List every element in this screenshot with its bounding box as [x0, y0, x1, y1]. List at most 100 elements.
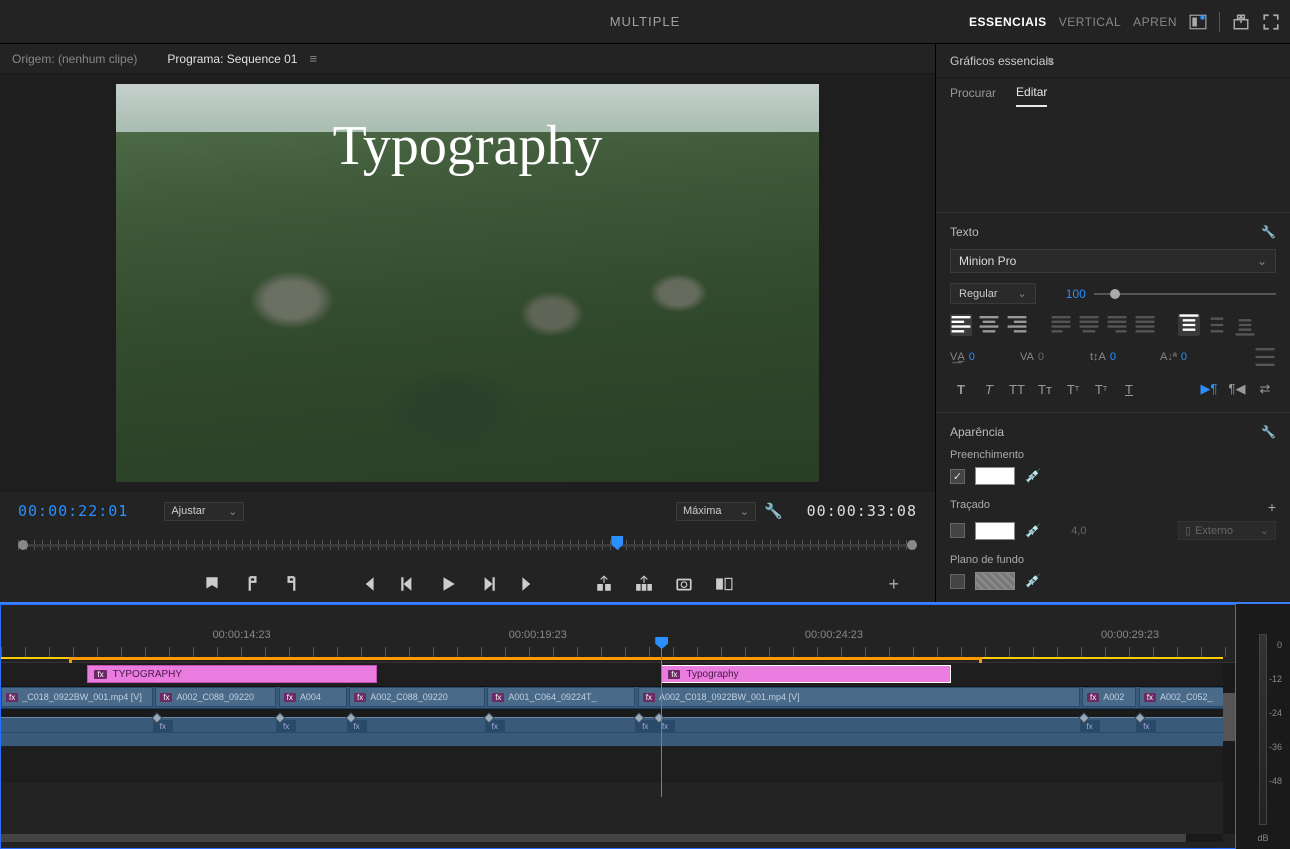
comparison-view-icon[interactable] [715, 575, 733, 593]
zoom-fit-dropdown[interactable]: Ajustar [164, 502, 244, 521]
video-clip[interactable]: fxA002_C088_09220 [155, 687, 276, 707]
justify-last-center-icon[interactable] [1078, 314, 1100, 336]
smallcaps-icon[interactable]: Tᴛ [1034, 378, 1056, 400]
tab-source[interactable]: Origem: (nenhum clipe) [12, 52, 137, 66]
program-scrubber[interactable] [18, 530, 917, 560]
button-editor-icon[interactable]: + [888, 574, 899, 595]
work-area-bar[interactable] [1, 657, 1223, 659]
transport-controls: + [18, 566, 917, 602]
graphic-clip[interactable]: fx TYPOGRAPHY [87, 665, 377, 683]
eg-tab-edit[interactable]: Editar [1016, 85, 1047, 107]
eg-tab-browse[interactable]: Procurar [950, 86, 996, 106]
fullscreen-icon[interactable] [1262, 13, 1280, 31]
graphic-clip[interactable]: fx Typography [661, 665, 951, 683]
step-back-icon[interactable] [399, 575, 417, 593]
italic-icon[interactable]: T [978, 378, 1000, 400]
video-track[interactable]: fx_C018_0922BW_001.mp4 [V]fxA002_C088_09… [1, 687, 1235, 709]
align-center-icon[interactable] [978, 314, 1000, 336]
eyedropper-icon[interactable]: 💉 [1025, 468, 1041, 484]
play-icon[interactable] [439, 575, 457, 593]
eg-panel-menu-icon[interactable]: ≡ [1046, 53, 1054, 68]
go-to-in-icon[interactable] [359, 575, 377, 593]
stroke-position-dropdown[interactable]: ▯ Externo⌄ [1178, 521, 1276, 540]
timecode-duration[interactable]: 00:00:33:08 [807, 502, 917, 520]
wrench-icon[interactable]: 🔧 [1261, 425, 1276, 439]
align-right-icon[interactable] [1006, 314, 1028, 336]
share-icon[interactable] [1232, 13, 1250, 31]
mark-out-icon[interactable] [283, 575, 301, 593]
fill-checkbox[interactable] [950, 469, 965, 484]
clip-label: _C018_0922BW_001.mp4 [V] [22, 692, 142, 702]
fill-color-swatch[interactable] [975, 467, 1015, 485]
export-frame-icon[interactable] [675, 575, 693, 593]
panel-menu-icon[interactable]: ≡ [309, 51, 317, 66]
background-color-swatch[interactable] [975, 572, 1015, 590]
valign-bottom-icon[interactable] [1234, 314, 1256, 336]
step-forward-icon[interactable] [479, 575, 497, 593]
add-stroke-icon[interactable]: + [1268, 499, 1276, 515]
extract-icon[interactable] [635, 575, 653, 593]
leading-field[interactable]: t↕A0 [1090, 351, 1154, 363]
align-left-icon[interactable] [950, 314, 972, 336]
vertical-scrollbar[interactable] [1223, 663, 1235, 834]
justify-last-right-icon[interactable] [1106, 314, 1128, 336]
timeline-playhead[interactable] [661, 647, 662, 797]
horizontal-scrollbar[interactable] [1, 834, 1223, 842]
justify-last-left-icon[interactable] [1050, 314, 1072, 336]
digits-icon[interactable]: ⇄ [1254, 378, 1276, 400]
video-clip[interactable]: fxA004 [279, 687, 347, 707]
workspace-tab-apren[interactable]: APREN [1133, 15, 1177, 29]
video-clip[interactable]: fxA002_C052_ [1139, 687, 1229, 707]
timecode-current[interactable]: 00:00:22:01 [18, 502, 128, 520]
wrench-icon[interactable]: 🔧 [1261, 225, 1276, 239]
eyedropper-icon[interactable]: 💉 [1025, 573, 1041, 589]
scrollbar-thumb[interactable] [1223, 693, 1235, 741]
mark-in-icon[interactable] [243, 575, 261, 593]
settings-wrench-icon[interactable]: 🔧 [764, 502, 783, 520]
stroke-checkbox[interactable] [950, 523, 965, 538]
ltr-icon[interactable]: ▶¶ [1198, 378, 1220, 400]
workspace-tab-vertical[interactable]: VERTICAL [1059, 15, 1121, 29]
kerning-field[interactable]: VA0 [1020, 351, 1084, 363]
separator [1219, 12, 1220, 32]
font-family-dropdown[interactable]: Minion Pro [950, 249, 1276, 273]
justify-all-icon[interactable] [1134, 314, 1156, 336]
workspace-overflow-icon[interactable] [1189, 13, 1207, 31]
font-size-value[interactable]: 100 [1066, 287, 1086, 301]
scrubber-out-handle[interactable] [907, 540, 917, 550]
video-clip[interactable]: fxA002_C088_09220 [349, 687, 485, 707]
valign-top-icon[interactable] [1178, 314, 1200, 336]
tracking-field[interactable]: V͟A̲0 [950, 351, 1014, 363]
time-ruler[interactable]: 00:00:14:23 00:00:19:23 00:00:24:23 00:0… [1, 605, 1235, 663]
video-clip[interactable]: fxA002 [1082, 687, 1136, 707]
tab-program[interactable]: Programa: Sequence 01 [167, 52, 297, 66]
font-weight-dropdown[interactable]: Regular [950, 283, 1036, 304]
subscript-icon[interactable]: TT [1090, 378, 1112, 400]
scrubber-in-handle[interactable] [18, 540, 28, 550]
font-size-slider[interactable] [1094, 293, 1276, 295]
stroke-width-value[interactable]: 4,0 [1071, 525, 1086, 537]
program-monitor[interactable]: Typography [116, 84, 819, 482]
eyedropper-icon[interactable]: 💉 [1025, 523, 1041, 539]
video-clip[interactable]: fxA001_C064_09224T_ [487, 687, 635, 707]
underline-icon[interactable]: T [1118, 378, 1140, 400]
stroke-color-swatch[interactable] [975, 522, 1015, 540]
superscript-icon[interactable]: TT [1062, 378, 1084, 400]
scrollbar-thumb[interactable] [1, 834, 1186, 842]
bold-icon[interactable]: T [950, 378, 972, 400]
video-clip[interactable]: fx_C018_0922BW_001.mp4 [V] [1, 687, 153, 707]
allcaps-icon[interactable]: TT [1006, 378, 1028, 400]
graphics-track[interactable]: fx TYPOGRAPHY fx Typography [1, 663, 1235, 687]
tsume-icon[interactable] [1254, 346, 1276, 368]
go-to-out-icon[interactable] [519, 575, 537, 593]
audio-track[interactable]: fxfxfxfxfxfxfxfx [1, 717, 1235, 747]
rtl-icon[interactable]: ¶◀ [1226, 378, 1248, 400]
add-marker-icon[interactable] [203, 575, 221, 593]
quality-dropdown[interactable]: Máxima [676, 502, 756, 521]
valign-middle-icon[interactable] [1206, 314, 1228, 336]
video-clip[interactable]: fxA002_C018_0922BW_001.mp4 [V] [638, 687, 1080, 707]
workspace-tab-essenciais[interactable]: ESSENCIAIS [969, 15, 1047, 29]
background-checkbox[interactable] [950, 574, 965, 589]
lift-icon[interactable] [595, 575, 613, 593]
baseline-field[interactable]: A↓ª0 [1160, 351, 1224, 363]
